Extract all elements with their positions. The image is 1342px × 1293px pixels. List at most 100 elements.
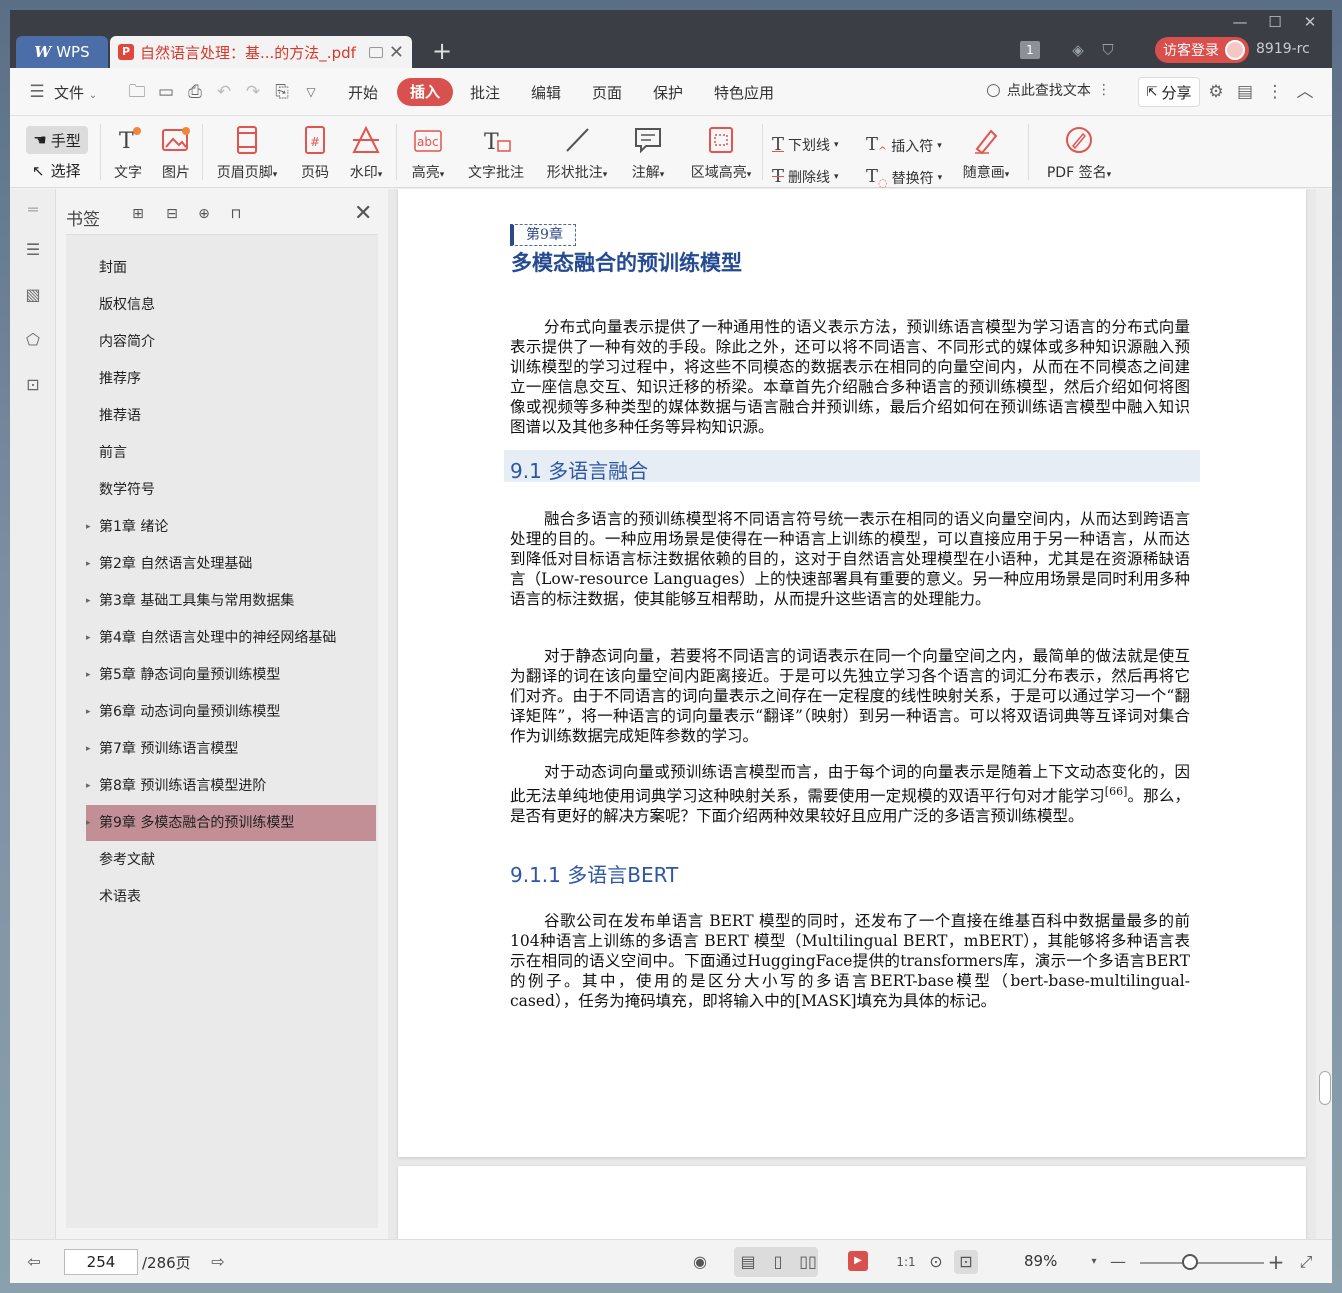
visitor-login-button[interactable]: 访客登录 [1155,37,1249,63]
eye-protection-icon[interactable]: ◉ [688,1250,712,1274]
zoom-slider[interactable] [1140,1262,1264,1264]
area-highlight-button[interactable]: 区域高亮▾ [684,122,758,182]
header-footer-button[interactable]: 页眉页脚▾ [210,122,284,182]
expand-caret-icon[interactable]: ▸ [86,731,91,767]
redo-icon[interactable]: ↷ [242,81,264,103]
settings-gear-icon[interactable]: ⚙ [1205,81,1227,103]
pdf-sign-button[interactable]: PDF 签名▾ [1042,122,1116,182]
menu-special-apps[interactable]: 特色应用 [714,82,774,103]
bookmark-item[interactable]: 术语表 [86,879,376,915]
strikethrough-button[interactable]: T 删除线 ▾ [772,166,839,187]
bookmark-item[interactable]: ▸ 第8章 预训练语言模型进阶 [86,768,376,804]
minimize-icon[interactable]: — [1225,12,1255,32]
undo-icon[interactable]: ↶ [213,81,235,103]
more-options-icon[interactable]: ⋮ [1264,81,1286,103]
highlight-button[interactable]: abc 高亮▾ [406,122,450,182]
menu-insert[interactable]: 插入 [397,78,453,106]
shape-comment-button[interactable]: 形状批注▾ [540,122,614,182]
bookmark-item[interactable]: 推荐序 [86,361,376,397]
collapse-all-icon[interactable]: ⊟ [162,204,182,224]
expand-caret-icon[interactable]: ▸ [86,583,91,619]
zoom-in-icon[interactable]: + [1264,1250,1288,1274]
menu-file[interactable]: 文件 ⌄ [54,82,97,103]
expand-all-icon[interactable]: ⊞ [128,204,148,224]
single-page-icon[interactable]: ▯ [766,1250,790,1274]
actual-size-icon[interactable]: 1:1 [894,1250,918,1274]
expand-caret-icon[interactable]: ▸ [86,768,91,804]
close-panel-icon[interactable]: ✕ [354,201,372,226]
zoom-dropdown-icon[interactable]: ▾ [1082,1250,1106,1274]
zoom-slider-knob[interactable] [1182,1254,1198,1270]
bookmark-item[interactable]: ▸ 第2章 自然语言处理基础 [86,546,376,582]
hamburger-icon[interactable]: ☰ [26,81,48,103]
annotation-button[interactable]: 注解▾ [626,122,670,182]
fit-page-icon[interactable]: ⊙ [924,1250,948,1274]
share-button[interactable]: ⇱ 分享 [1138,77,1200,107]
chat-icon[interactable]: ▤ [1234,81,1256,103]
menu-page[interactable]: 页面 [592,82,622,103]
menu-start[interactable]: 开始 [348,82,378,103]
insert-image-button[interactable]: 图片 [158,122,194,182]
menu-edit[interactable]: 编辑 [531,82,561,103]
insert-mark-button[interactable]: T^ 插入符 ▾ [866,134,942,158]
more-vertical-icon[interactable]: ⋮ [1097,82,1111,98]
print-icon[interactable]: ⎙ [184,81,206,103]
bookmark-options-icon[interactable]: ⊓ [226,204,246,224]
collapse-ribbon-icon[interactable]: ︿ [1294,81,1316,103]
shirt-icon[interactable]: ⛉ [1098,40,1118,60]
vertical-scrollbar[interactable] [1316,189,1332,1239]
expand-caret-icon[interactable]: ▸ [86,620,91,656]
thumbnail-image-icon[interactable]: ▧ [22,284,44,306]
insert-text-button[interactable]: T 文字 [110,122,146,182]
bookmark-item[interactable]: ▸ 第4章 自然语言处理中的神经网络基础 [86,620,376,656]
underline-button[interactable]: T 下划线 ▾ [772,134,839,155]
search-box[interactable]: ○ 点此查找文本 ⋮ [986,80,1111,100]
bookmark-item[interactable]: ▸ 第6章 动态词向量预训练模型 [86,694,376,730]
wps-home-tab[interactable]: W WPS [16,36,108,68]
fit-width-icon[interactable]: ⊡ [954,1250,978,1274]
bookmark-item[interactable]: ▸ 第3章 基础工具集与常用数据集 [86,583,376,619]
freehand-draw-button[interactable]: 随意画▾ [954,122,1018,182]
scrollbar-thumb[interactable] [1319,1071,1331,1105]
play-icon[interactable]: ▶ [848,1251,868,1271]
save-icon[interactable]: ▭ [155,81,177,103]
bookmark-item[interactable]: 数学符号 [86,472,376,508]
bookmark-item[interactable]: 推荐语 [86,398,376,434]
open-folder-icon[interactable]: 🗀 [126,81,148,103]
annotation-tag-icon[interactable]: ⬠ [22,329,44,351]
select-tool-button[interactable]: ↖ 选择 [32,160,81,181]
close-tab-icon[interactable]: ✕ [389,42,404,63]
previous-page-icon[interactable]: ⇦ [22,1250,46,1274]
bookmark-item[interactable]: 前言 [86,435,376,471]
expand-caret-icon[interactable]: ▸ [86,657,91,693]
zoom-out-icon[interactable]: — [1106,1250,1130,1274]
page-number-input[interactable]: 254 [64,1249,138,1275]
bookmark-item[interactable]: 内容简介 [86,324,376,360]
next-page-icon[interactable]: ⇨ [206,1250,230,1274]
new-tab-icon[interactable]: + [432,38,452,64]
expand-caret-icon[interactable]: ▸ [86,546,91,582]
add-bookmark-icon[interactable]: ⊕ [194,204,214,224]
bookmark-item[interactable]: 版权信息 [86,287,376,323]
attachment-image-icon[interactable]: ⊡ [22,374,44,396]
drag-handle-icon[interactable]: ═ [22,199,44,221]
bookmark-item[interactable]: ▸ 第5章 静态词向量预训练模型 [86,657,376,693]
expand-caret-icon[interactable]: ▸ [86,694,91,730]
replace-mark-button[interactable]: T◌ 替换符 ▾ [866,166,942,190]
export-icon[interactable]: ⎘ [271,81,293,103]
text-comment-button[interactable]: T 文字批注 [464,122,528,182]
bookmark-item[interactable]: 封面 [86,250,376,286]
document-tab[interactable]: P 自然语言处理：基...的方法_.pdf ✕ [110,36,412,68]
continuous-view-icon[interactable]: ▤ [736,1250,760,1274]
page-number-button[interactable]: # 页码 [298,122,332,182]
two-page-icon[interactable]: ▯▯ [796,1250,820,1274]
window-count-badge[interactable]: 1 [1020,41,1040,59]
maximize-icon[interactable]: ☐ [1260,12,1290,32]
watermark-button[interactable]: 水印▾ [344,122,388,182]
fullscreen-icon[interactable]: ⤢ [1294,1250,1318,1274]
menu-comment[interactable]: 批注 [470,82,500,103]
hand-tool-button[interactable]: ☚ 手型 [26,126,88,154]
close-window-icon[interactable]: ✕ [1295,12,1325,32]
screen-icon[interactable] [368,46,383,58]
bookmark-item[interactable]: 参考文献 [86,842,376,878]
